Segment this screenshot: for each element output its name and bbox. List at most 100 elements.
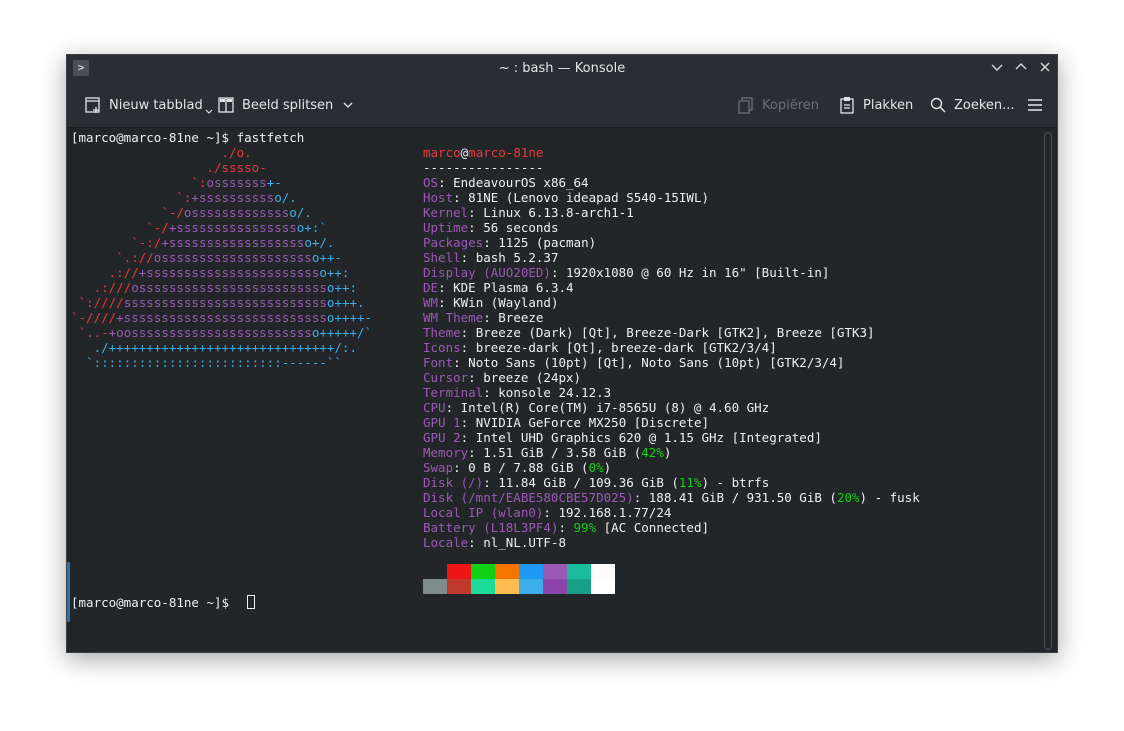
info-row: Display (AUO20ED): 1920x1080 @ 60 Hz in … [423,265,830,280]
search-icon [930,97,946,113]
title-bar[interactable]: > ~ : bash — Konsole [67,55,1057,82]
close-icon[interactable] [1035,59,1055,79]
info-label: Host [423,190,454,205]
ascii-logo-line: `..-+oosssssssssssssssssssssssso+++++/` [71,325,373,340]
info-percent: 0% [588,460,604,475]
info-row: Disk (/mnt/EABE580CBE57D025): 188.41 GiB… [423,490,920,505]
hostname: marco-81ne [468,145,544,160]
info-label: DE [423,280,439,295]
minimize-icon[interactable] [987,59,1007,79]
color-swatch [543,579,567,594]
new-tab-label: Nieuw tabblad [109,97,203,113]
info-row: Memory: 1.51 GiB / 3.58 GiB (42%) [423,445,672,460]
info-label: Font [423,355,454,370]
info-value: breeze-dark [Qt], breeze-dark [GTK2/3/4] [475,340,777,355]
scroll-marker [67,562,70,622]
color-swatch [423,579,447,594]
info-row: GPU 1: NVIDIA GeForce MX250 [Discrete] [423,415,709,430]
command-prompt: [marco@marco-81ne ~]$ [71,595,237,610]
info-tail: ) [663,445,672,460]
info-row: DE: KDE Plasma 6.3.4 [423,280,574,295]
new-tab-icon [85,97,100,113]
info-value: Linux 6.13.8-arch1-1 [483,205,634,220]
user-host-line: marco@marco-81ne [423,145,543,160]
ascii-logo-line: `:+sssssssssso/. [71,190,297,205]
info-label: Icons [423,340,461,355]
color-swatch [447,564,471,579]
info-percent: 20% [836,490,860,505]
info-row: Host: 81NE (Lenovo ideapad S540-15IWL) [423,190,709,205]
info-row: Packages: 1125 (pacman) [423,235,597,250]
info-value: Intel UHD Graphics 620 @ 1.15 GHz [Integ… [475,430,822,445]
info-value: 188.41 GiB / 931.50 GiB ( [648,490,837,505]
ascii-logo-line: `-:/+sssssssssssssssssso+/. [71,235,335,250]
command-prompt: [marco@marco-81ne ~]$ fastfetch [71,130,305,145]
info-value: 192.168.1.77/24 [558,505,672,520]
info-value: bash 5.2.37 [475,250,559,265]
scrollbar[interactable] [1044,132,1052,650]
copy-button[interactable]: Kopiëren [737,90,819,120]
info-value: 56 seconds [483,220,559,235]
ascii-logo-line: `-/+sssssssssssssssso+:` [71,220,327,235]
info-label: WM Theme [423,310,484,325]
info-label: Swap [423,460,454,475]
info-row: CPU: Intel(R) Core(TM) i7-8565U (8) @ 4.… [423,400,770,415]
ascii-logo-line: .://+ssssssssssssssssssssssso++: [71,265,350,280]
color-swatch [591,579,615,594]
info-row: Locale: nl_NL.UTF-8 [423,535,567,550]
info-label: Battery (L18L3PF4) [423,520,559,535]
info-label: OS [423,175,439,190]
color-swatch [519,564,543,579]
info-row: Cursor: breeze (24px) [423,370,582,385]
info-label: Theme [423,325,461,340]
copy-label: Kopiëren [762,97,819,113]
info-label: Uptime [423,220,469,235]
info-value: Intel(R) Core(TM) i7-8565U (8) @ 4.60 GH… [460,400,770,415]
info-label: WM [423,295,439,310]
info-value: EndeavourOS x86_64 [453,175,589,190]
info-row: Shell: bash 5.2.37 [423,250,559,265]
terminal-area[interactable]: [marco@marco-81ne ~]$ fastfetch ./o. ./s… [67,128,1057,652]
separator-line: ---------------- [423,160,544,175]
color-swatch [471,579,495,594]
info-value: konsole 24.12.3 [498,385,612,400]
maximize-icon[interactable] [1011,59,1031,79]
info-label: GPU 1 [423,415,461,430]
new-tab-button[interactable]: Nieuw tabblad [84,90,213,120]
info-row: WM Theme: Breeze [423,310,544,325]
info-label: Memory [423,445,469,460]
info-tail: ) - btrfs [701,475,770,490]
info-row: Uptime: 56 seconds [423,220,559,235]
color-swatch [519,579,543,594]
info-label: Terminal [423,385,484,400]
info-value: Noto Sans (10pt) [Qt], Noto Sans (10pt) … [468,355,845,370]
info-value: NVIDIA GeForce MX250 [Discrete] [475,415,709,430]
color-swatch [591,564,615,579]
color-swatch [447,579,471,594]
info-label: Shell [423,250,461,265]
split-view-button[interactable]: Beeld splitsen [217,90,361,120]
ascii-logo-line: .:///ossssssssssssssssssssssssso++: [71,280,357,295]
paste-button[interactable]: Plakken [838,90,913,120]
info-label: Local IP (wlan0) [423,505,544,520]
info-row: Disk (/): 11.84 GiB / 109.36 GiB (11%) -… [423,475,770,490]
find-button[interactable]: Zoeken... [929,90,1015,120]
hamburger-menu-button[interactable] [1027,90,1050,120]
konsole-window: > ~ : bash — Konsole Nieuw tabblad Beeld… [66,54,1058,653]
info-percent: 11% [678,475,702,490]
info-tail: [AC Connected] [596,520,709,535]
color-swatch [567,579,591,594]
info-label: Disk (/mnt/EABE580CBE57D025) [423,490,634,505]
color-swatch [567,564,591,579]
ascii-logo-line: ./++++++++++++++++++++++++++++++/:. [71,340,357,355]
info-label: Disk (/) [423,475,484,490]
info-row: GPU 2: Intel UHD Graphics 620 @ 1.15 GHz… [423,430,822,445]
info-value: 11.84 GiB / 109.36 GiB ( [498,475,679,490]
ascii-logo-line: ./o. [71,145,252,160]
ascii-logo-line: `-////+ssssssssssssssssssssssssssso++++- [71,310,373,325]
color-swatch [471,564,495,579]
info-percent: 99% [573,520,597,535]
info-row: Terminal: konsole 24.12.3 [423,385,612,400]
info-value: nl_NL.UTF-8 [483,535,567,550]
ascii-logo-line: `.://osssssssssssssssssssso++- [71,250,342,265]
